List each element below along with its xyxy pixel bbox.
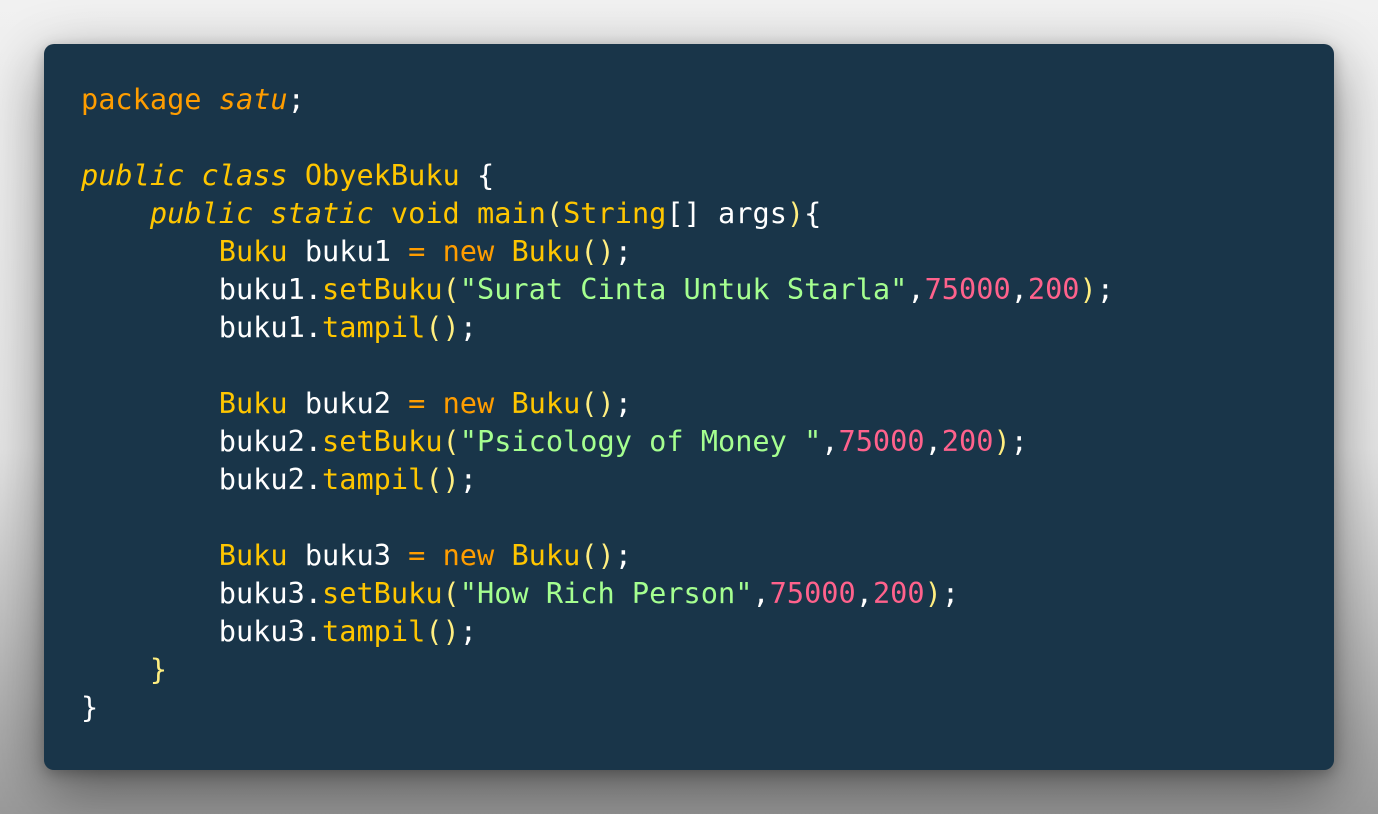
code-line-class-decl: public class ObyekBuku { — [81, 156, 1334, 194]
number-literal: 75000 — [838, 424, 925, 458]
paren-close: ) — [1079, 272, 1097, 306]
operator-assign: = — [408, 234, 426, 268]
code-line-package: package satu; — [81, 80, 1334, 118]
constructor-name: Buku — [511, 234, 581, 268]
object-ref: buku1. — [218, 310, 323, 344]
semicolon: ; — [614, 386, 632, 420]
method-call: setBuku — [322, 272, 443, 306]
paren-close: ) — [786, 196, 805, 230]
constructor-parens: () — [580, 386, 615, 420]
modifier-public: public — [149, 196, 254, 230]
object-ref: buku3. — [218, 576, 323, 610]
semicolon: ; — [287, 82, 305, 116]
semicolon: ; — [941, 576, 960, 610]
variable-name: buku3 — [304, 538, 391, 572]
keyword-class: class — [201, 158, 288, 192]
code-block: package satu; public class ObyekBuku { pu… — [81, 80, 1334, 726]
semicolon: ; — [1010, 424, 1028, 458]
number-literal: 200 — [872, 576, 925, 610]
type-name: Buku — [218, 386, 288, 420]
object-ref: buku2. — [218, 424, 323, 458]
code-window: package satu; public class ObyekBuku { pu… — [44, 44, 1334, 770]
code-line-buku3-show: buku3.tampil(); — [81, 612, 1334, 650]
code-line-buku3-set: buku3.setBuku("How Rich Person",75000,20… — [218, 576, 960, 610]
string-literal: "Psicology of Money " — [459, 424, 822, 458]
keyword-new: new — [442, 234, 495, 268]
type-name: Buku — [218, 538, 288, 572]
number-literal: 75000 — [769, 576, 856, 610]
method-call: setBuku — [322, 424, 443, 458]
semicolon: ; — [459, 614, 477, 648]
paren-close: ) — [924, 576, 942, 610]
array-brackets: [] — [666, 196, 701, 230]
param-type: String — [563, 196, 667, 230]
variable-name: buku1 — [304, 234, 391, 268]
param-name: args — [718, 196, 787, 230]
keyword-new: new — [442, 538, 495, 572]
number-literal: 75000 — [924, 272, 1011, 306]
constructor-name: Buku — [511, 538, 581, 572]
code-line-buku2-show: buku2.tampil(); — [81, 460, 1334, 498]
variable-name: buku2 — [304, 386, 391, 420]
semicolon: ; — [1096, 272, 1114, 306]
call-parens: () — [425, 462, 460, 496]
object-ref: buku1. — [218, 272, 323, 306]
object-ref: buku3. — [218, 614, 323, 648]
string-literal: "How Rich Person" — [459, 576, 753, 610]
semicolon: ; — [614, 538, 632, 572]
call-parens: () — [425, 310, 460, 344]
constructor-parens: () — [580, 538, 615, 572]
code-line-main-decl: public static void main(String[] args){ — [81, 194, 1334, 232]
string-literal: "Surat Cinta Untuk Starla" — [459, 272, 908, 306]
code-line-buku2-decl: Buku buku2 = new Buku(); — [81, 384, 1334, 422]
constructor-name: Buku — [511, 386, 581, 420]
paren-open: ( — [545, 196, 564, 230]
code-line-close-class: } — [81, 688, 1334, 726]
package-name: satu — [218, 82, 288, 116]
keyword-package: package — [81, 82, 202, 116]
paren-open: ( — [442, 576, 460, 610]
close-brace: } — [81, 690, 99, 724]
code-line-close-method: } — [81, 650, 1334, 688]
code-line-buku2-set: buku2.setBuku("Psicology of Money ",7500… — [218, 424, 1028, 458]
paren-open: ( — [442, 424, 460, 458]
code-line-buku1-set: buku1.setBuku("Surat Cinta Untuk Starla"… — [218, 272, 1114, 306]
constructor-parens: () — [580, 234, 615, 268]
open-brace: { — [476, 158, 495, 192]
modifier-static: static — [270, 196, 374, 230]
code-line-buku1-decl: Buku buku1 = new Buku(); — [81, 232, 1334, 270]
method-call: tampil — [322, 310, 426, 344]
paren-open: ( — [442, 272, 460, 306]
semicolon: ; — [459, 310, 477, 344]
return-type: void — [390, 196, 460, 230]
object-ref: buku2. — [218, 462, 323, 496]
operator-assign: = — [408, 538, 426, 572]
method-name: main — [477, 196, 546, 230]
paren-close: ) — [993, 424, 1011, 458]
close-brace: } — [149, 652, 168, 686]
method-call: tampil — [322, 614, 426, 648]
keyword-new: new — [442, 386, 495, 420]
number-literal: 200 — [941, 424, 994, 458]
operator-assign: = — [408, 386, 426, 420]
class-name: ObyekBuku — [304, 158, 460, 192]
modifier-public: public — [81, 158, 185, 192]
code-line-buku3-decl: Buku buku3 = new Buku(); — [81, 536, 1334, 574]
semicolon: ; — [459, 462, 477, 496]
method-call: tampil — [322, 462, 426, 496]
semicolon: ; — [614, 234, 632, 268]
method-call: setBuku — [322, 576, 443, 610]
code-line-buku1-show: buku1.tampil(); — [81, 308, 1334, 346]
type-name: Buku — [218, 234, 288, 268]
number-literal: 200 — [1027, 272, 1080, 306]
open-brace: { — [804, 196, 822, 230]
call-parens: () — [425, 614, 460, 648]
